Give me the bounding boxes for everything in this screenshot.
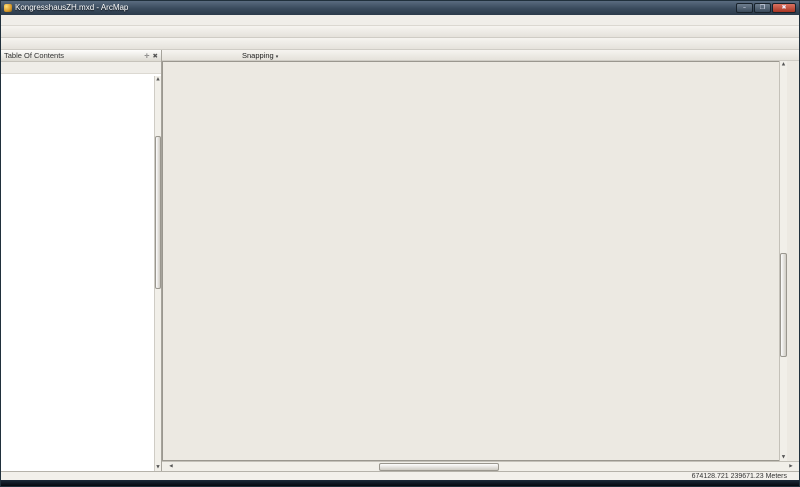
arcmap-app-icon xyxy=(4,4,12,12)
arcmap-window: KongresshausZH.mxd - ArcMap –❐✖ Table Of… xyxy=(0,0,800,487)
map-viewport[interactable] xyxy=(162,61,779,461)
map-horizontal-scrollbar[interactable]: ◀ ▶ xyxy=(167,463,795,471)
pin-icon[interactable]: ✛ xyxy=(144,52,149,60)
scroll-up-icon[interactable]: ▲ xyxy=(155,76,161,83)
dock-tab-strip xyxy=(787,61,799,461)
map-bottom-bar: ◀ ▶ xyxy=(162,461,799,471)
snapping-toolbar: Snapping ▾ xyxy=(162,50,799,61)
minimize-button[interactable]: – xyxy=(736,3,753,13)
map-vertical-scrollbar[interactable]: ▲ ▼ xyxy=(779,61,787,461)
coordinate-readout: 674128.721 239671.23 Meters xyxy=(692,472,787,481)
titlebar: KongresshausZH.mxd - ArcMap –❐✖ xyxy=(1,1,799,15)
toc-title: Table Of Contents xyxy=(4,51,64,60)
main-content: Table Of Contents ✛ ✖ ▲ ▼ Snapping ▾ xyxy=(1,50,799,471)
toc-scrollbar[interactable]: ▲ ▼ xyxy=(154,76,161,471)
vscroll-track[interactable] xyxy=(780,68,787,454)
snapping-menu-button[interactable]: Snapping ▾ xyxy=(240,51,280,60)
menubar xyxy=(1,15,799,26)
tools-editor-toolbar xyxy=(1,38,799,50)
maximize-button[interactable]: ❐ xyxy=(754,3,771,13)
toc-header: Table Of Contents ✛ ✖ xyxy=(1,50,161,62)
toc-scroll-track[interactable] xyxy=(155,83,161,464)
windows-taskbar xyxy=(1,480,799,486)
scroll-right-icon[interactable]: ▶ xyxy=(787,463,795,471)
vscroll-thumb[interactable] xyxy=(780,253,787,357)
map-canvas[interactable] xyxy=(163,62,779,460)
toc-toolbar xyxy=(1,62,161,74)
map-area: Snapping ▾ ▲ ▼ ◀ ▶ xyxy=(162,50,799,471)
close-button[interactable]: ✖ xyxy=(772,3,796,13)
chevron-down-icon: ▾ xyxy=(276,54,279,60)
map-main: ▲ ▼ xyxy=(162,61,799,461)
scroll-up-icon[interactable]: ▲ xyxy=(780,61,787,68)
statusbar: 674128.721 239671.23 Meters xyxy=(1,471,799,480)
layer-tree xyxy=(1,74,161,471)
table-of-contents-panel: Table Of Contents ✛ ✖ ▲ ▼ xyxy=(1,50,162,471)
scroll-down-icon[interactable]: ▼ xyxy=(155,464,161,471)
hscroll-thumb[interactable] xyxy=(379,463,499,471)
scroll-down-icon[interactable]: ▼ xyxy=(780,454,787,461)
window-controls: –❐✖ xyxy=(736,3,796,13)
toc-scroll-thumb[interactable] xyxy=(155,136,161,288)
close-icon[interactable]: ✖ xyxy=(153,52,158,60)
standard-toolbar xyxy=(1,26,799,38)
window-title: KongresshausZH.mxd - ArcMap xyxy=(15,1,128,15)
scroll-left-icon[interactable]: ◀ xyxy=(167,463,175,471)
